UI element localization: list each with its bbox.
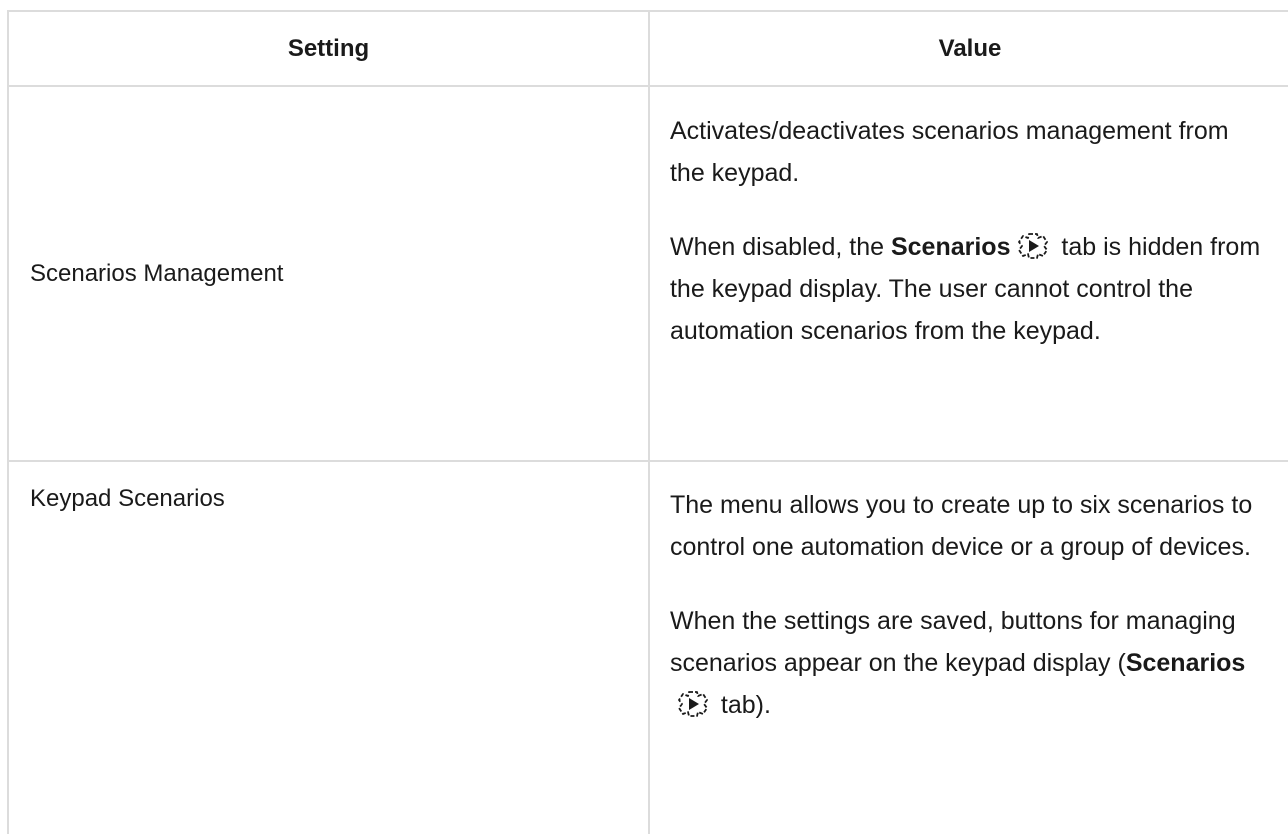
- scenarios-icon: [678, 691, 708, 717]
- setting-name: Scenarios Management: [9, 87, 650, 460]
- value-paragraph: When the settings are saved, buttons for…: [670, 600, 1266, 726]
- value-text: When disabled, the: [669, 233, 891, 261]
- table-row: Scenarios Management Activates/deactivat…: [9, 87, 1288, 462]
- value-text: tab).: [713, 691, 771, 719]
- scenarios-icon: [1018, 233, 1049, 259]
- header-value: Value: [938, 34, 1002, 62]
- table-row: Keypad Scenarios The menu allows you to …: [9, 462, 1288, 834]
- value-paragraph: When disabled, the Scenarios tab is hidd…: [670, 226, 1266, 352]
- table-header-row: Setting Value: [9, 12, 1288, 87]
- scenarios-tab-label: Scenarios: [1125, 649, 1246, 677]
- setting-name: Keypad Scenarios: [9, 462, 650, 834]
- value-paragraph: The menu allows you to create up to six …: [669, 491, 1253, 561]
- header-setting: Setting: [9, 12, 650, 85]
- settings-table: Setting Value Scenarios Management Activ…: [7, 10, 1288, 834]
- scenarios-tab-label: Scenarios: [890, 233, 1011, 261]
- setting-value: The menu allows you to create up to six …: [650, 462, 1288, 834]
- setting-value: Activates/deactivates scenarios manageme…: [650, 87, 1288, 460]
- value-paragraph: Activates/deactivates scenarios manageme…: [669, 117, 1229, 187]
